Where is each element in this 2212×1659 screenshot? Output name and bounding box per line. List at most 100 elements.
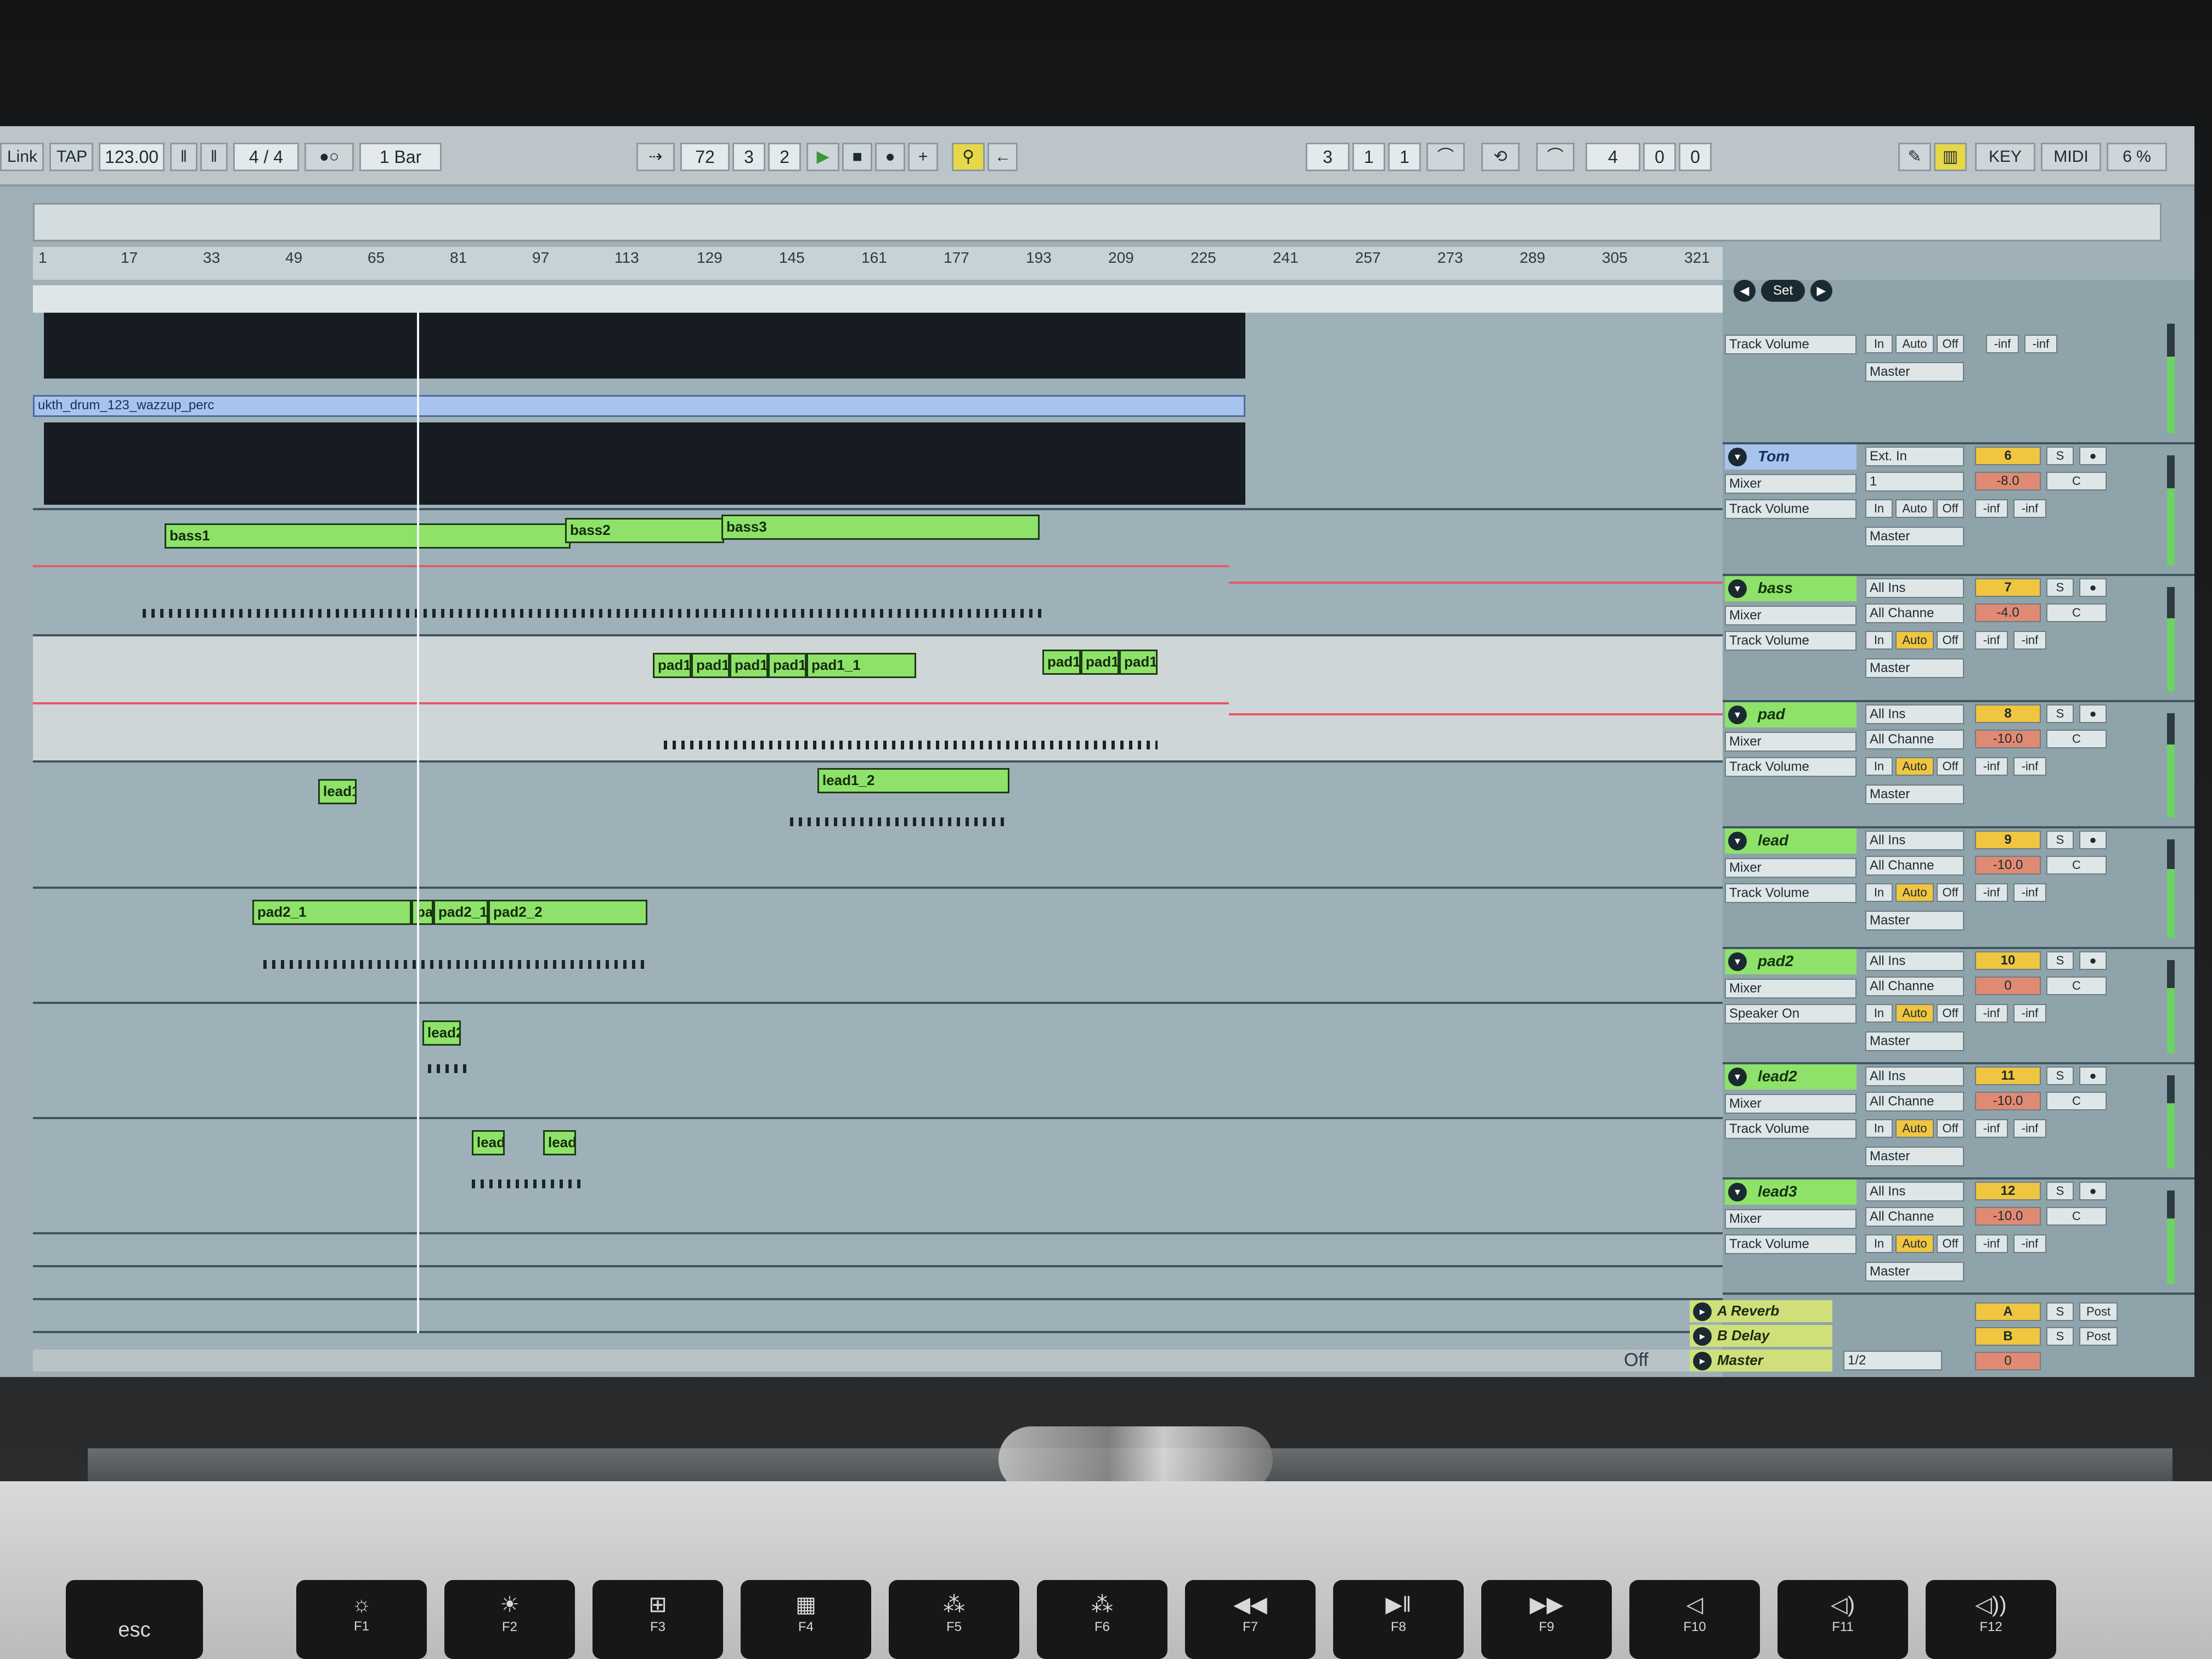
fold-icon[interactable]: ▾ — [1728, 448, 1747, 466]
f8-key[interactable]: ▶‖ F8 — [1333, 1580, 1464, 1659]
pan-field[interactable]: C — [2046, 1207, 2107, 1226]
time-ruler-bottom[interactable] — [33, 1350, 1723, 1372]
cue-output-select[interactable]: 1/2 — [1843, 1351, 1942, 1370]
arrangement-view[interactable]: ukth_drum_123_wazzup_perc bass1 bass2 ba… — [33, 313, 1723, 1344]
automation-line[interactable] — [33, 565, 1229, 567]
arm-button[interactable]: ● — [2079, 951, 2107, 970]
output-select[interactable]: Master — [1865, 1031, 1964, 1051]
draw-mode-icon[interactable]: ✎ — [1898, 143, 1931, 171]
nudge-down-button[interactable]: ‖ — [170, 143, 198, 171]
automation-line[interactable] — [1229, 713, 1723, 715]
loop-start-sixteenth-field[interactable]: 1 — [1388, 143, 1421, 171]
clip-pad2-2[interactable]: pad2_2 — [488, 900, 647, 925]
audio-clip[interactable] — [44, 313, 1245, 379]
loop-length-bar-field[interactable]: 4 — [1585, 143, 1640, 171]
automation-parameter-select[interactable]: Track Volume — [1725, 631, 1857, 651]
track-lane-pad[interactable]: pad1 pad1 pad1 pad1 pad1_1 pad1 pad1 pad… — [33, 636, 1723, 763]
automation-arm-button[interactable]: ⚲ — [952, 143, 985, 171]
punch-in-button[interactable]: ⌒ — [1426, 143, 1465, 171]
nudge-up-button[interactable]: ‖ — [200, 143, 228, 171]
monitor-auto-button[interactable]: Auto — [1895, 1119, 1934, 1138]
track-lane-lead[interactable]: lead1 lead1_2 — [33, 763, 1723, 889]
track-activator[interactable]: 11 — [1975, 1066, 2041, 1085]
tempo-field[interactable]: 123.00 — [99, 143, 165, 171]
output-select[interactable]: Master — [1865, 658, 1964, 678]
return-track-a[interactable]: A Reverb ▸ A S Post — [1690, 1300, 2194, 1323]
track-activator[interactable]: 10 — [1975, 951, 2041, 970]
loop-switch-button[interactable]: ⟲ — [1481, 143, 1520, 171]
clip-pad1[interactable]: pad1 — [730, 653, 768, 678]
automation-device-select[interactable]: Mixer — [1725, 606, 1857, 625]
loop-length-sixteenth-field[interactable]: 0 — [1679, 143, 1712, 171]
monitor-off-button[interactable]: Off — [1937, 1119, 1964, 1138]
clip-lead1[interactable]: lead1 — [318, 779, 357, 804]
monitor-auto-button[interactable]: Auto — [1895, 499, 1934, 518]
track-header-tom[interactable]: Tom ▾ Mixer Track Volume Ext. In 1 In Au… — [1723, 444, 2194, 576]
track-activator[interactable]: A — [1975, 1302, 2041, 1321]
arm-button[interactable]: ● — [2079, 831, 2107, 849]
track-lane-lead2[interactable]: lead2 — [33, 1004, 1723, 1119]
automation-parameter-select[interactable]: Speaker On — [1725, 1004, 1857, 1024]
arm-button[interactable]: ● — [2079, 1066, 2107, 1085]
automation-device-select[interactable]: Mixer — [1725, 858, 1857, 878]
automation-device-select[interactable]: Mixer — [1725, 732, 1857, 752]
monitor-in-button[interactable]: In — [1865, 757, 1893, 776]
arm-button[interactable]: ● — [2079, 1182, 2107, 1200]
automation-parameter-select[interactable]: Track Volume — [1725, 335, 1857, 354]
output-select[interactable]: Master — [1865, 362, 1964, 382]
track-header-lead[interactable]: lead ▾ Mixer Track Volume All Ins All Ch… — [1723, 828, 2194, 949]
monitor-off-button[interactable]: Off — [1937, 499, 1964, 518]
track-activator[interactable]: 7 — [1975, 578, 2041, 597]
fold-icon[interactable]: ▾ — [1728, 952, 1747, 971]
solo-button[interactable]: S — [2046, 951, 2074, 970]
punch-out-button[interactable]: ⌒ — [1536, 143, 1575, 171]
input-channel-select[interactable]: All Channe — [1865, 603, 1964, 623]
position-sixteenth-field[interactable]: 2 — [768, 143, 801, 171]
position-bar-field[interactable]: 72 — [680, 143, 730, 171]
return-track-b[interactable]: B Delay ▸ B S Post — [1690, 1325, 2194, 1348]
back-to-arrangement-button[interactable]: ← — [988, 143, 1018, 171]
key-map-button[interactable]: KEY — [1975, 143, 2035, 171]
clip-pad1[interactable]: pad1 — [691, 653, 730, 678]
volume-field[interactable]: 0 — [1975, 1352, 2041, 1370]
monitor-auto-button[interactable]: Auto — [1895, 631, 1934, 650]
automation-parameter-select[interactable]: Track Volume — [1725, 883, 1857, 903]
loop-start-beat-field[interactable]: 1 — [1352, 143, 1385, 171]
monitor-off-button[interactable]: Off — [1937, 757, 1964, 776]
monitor-in-button[interactable]: In — [1865, 631, 1893, 650]
output-select[interactable]: Master — [1865, 527, 1964, 546]
automation-device-select[interactable]: Mixer — [1725, 979, 1857, 998]
loop-brace-bar[interactable] — [33, 285, 1723, 313]
audio-clip[interactable] — [44, 422, 1245, 505]
pan-field[interactable]: C — [2046, 730, 2107, 748]
clip-lead3[interactable]: lead3 — [472, 1130, 505, 1155]
track-header-pad[interactable]: pad ▾ Mixer Track Volume All Ins All Cha… — [1723, 702, 2194, 828]
f3-key[interactable]: ⊞ F3 — [592, 1580, 723, 1659]
prev-locator-icon[interactable]: ◀ — [1734, 280, 1756, 302]
output-select[interactable]: Master — [1865, 1262, 1964, 1282]
clip-pa[interactable]: pa — [411, 900, 433, 925]
monitor-in-button[interactable]: In — [1865, 335, 1893, 353]
f12-key[interactable]: ◁)) F12 — [1926, 1580, 2056, 1659]
input-type-select[interactable]: All Ins — [1865, 578, 1964, 598]
time-signature-field[interactable]: 4 / 4 — [233, 143, 299, 171]
monitor-off-button[interactable]: Off — [1937, 631, 1964, 650]
input-type-select[interactable]: All Ins — [1865, 1066, 1964, 1086]
stop-button[interactable]: ■ — [842, 143, 872, 171]
track-lane-b-delay[interactable] — [33, 1267, 1723, 1300]
input-type-select[interactable]: All Ins — [1865, 831, 1964, 850]
automation-parameter-select[interactable]: Track Volume — [1725, 1119, 1857, 1139]
volume-field[interactable]: -10.0 — [1975, 856, 2041, 874]
clip-lead3[interactable]: lead3 — [543, 1130, 576, 1155]
automation-device-select[interactable]: Mixer — [1725, 1209, 1857, 1229]
solo-button[interactable]: S — [2046, 1302, 2074, 1321]
clip-pad1-1[interactable]: pad1_1 — [806, 653, 916, 678]
clip-lead1-2[interactable]: lead1_2 — [817, 768, 1009, 793]
clip-lead2[interactable]: lead2 — [422, 1020, 461, 1046]
track-lane-a-reverb[interactable] — [33, 1234, 1723, 1267]
automation-line[interactable] — [1229, 582, 1723, 584]
automation-device-select[interactable]: Mixer — [1725, 474, 1857, 494]
input-type-select[interactable]: All Ins — [1865, 704, 1964, 724]
clip-pad1[interactable]: pad1 — [768, 653, 806, 678]
track-activator[interactable]: 8 — [1975, 704, 2041, 723]
